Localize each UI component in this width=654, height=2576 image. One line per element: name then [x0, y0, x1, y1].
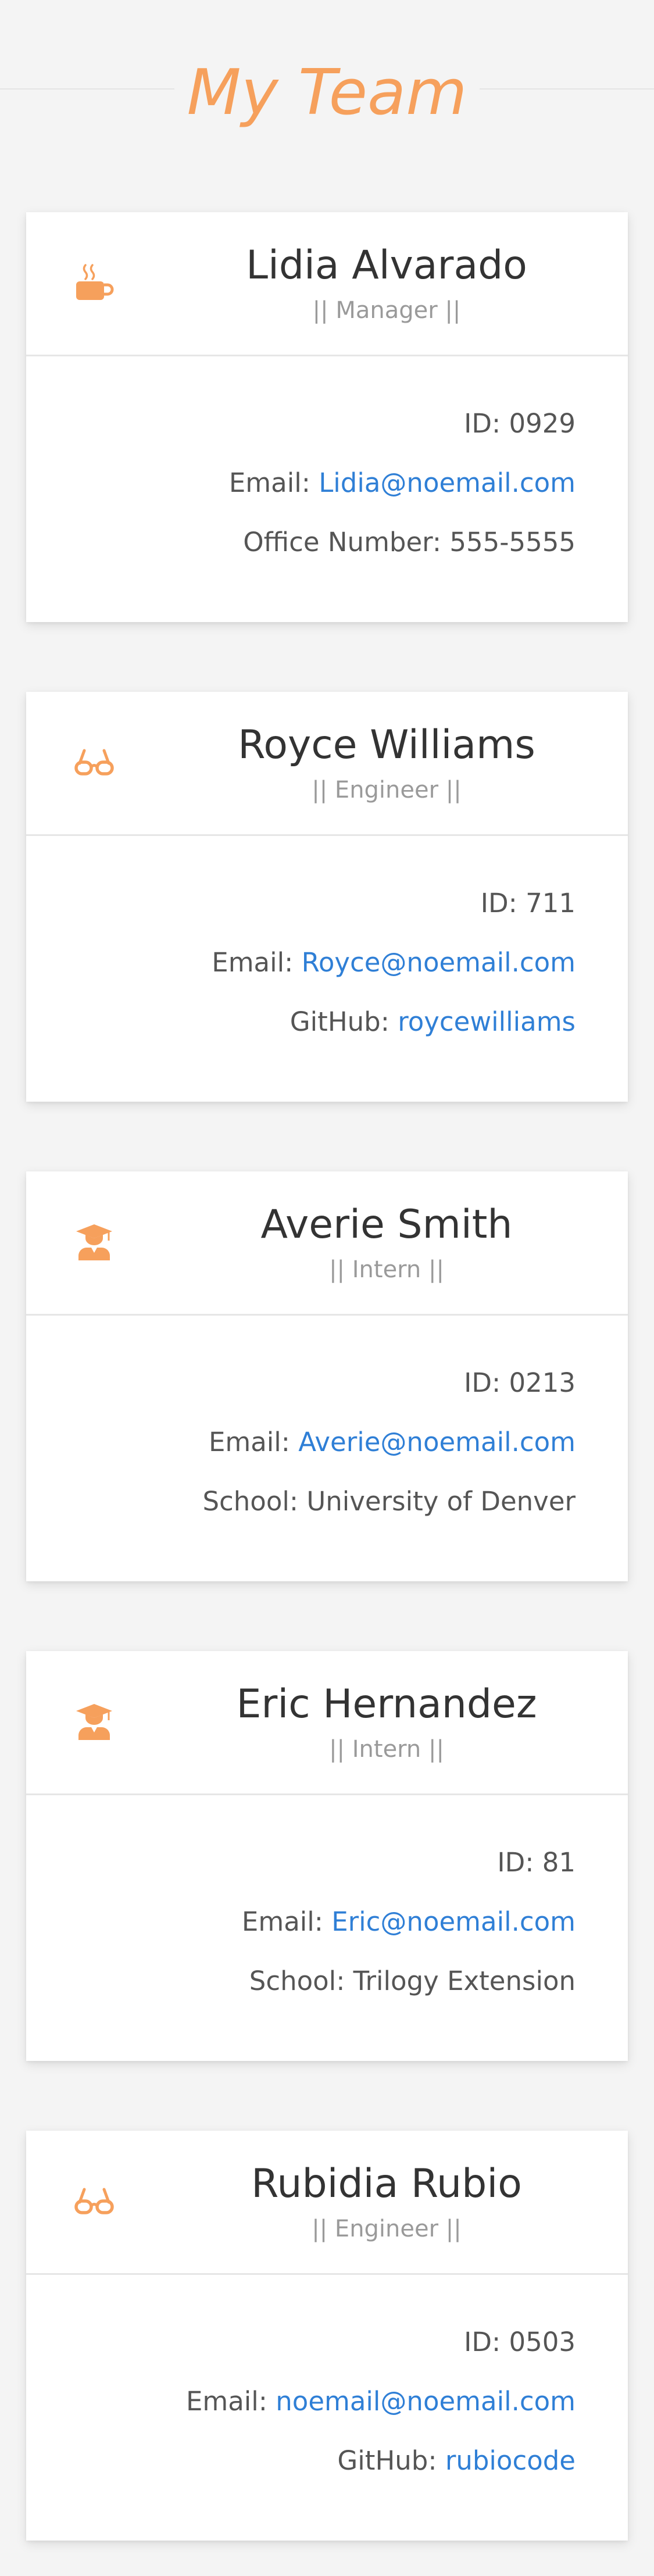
school-label: School: [249, 1966, 345, 1996]
school-value: University of Denver [306, 1486, 576, 1517]
page-header: My Team [0, 58, 654, 128]
email-link[interactable]: Lidia@noemail.com [319, 467, 576, 498]
github-label: GitHub: [290, 1006, 389, 1037]
employee-role: || Intern || [329, 1256, 444, 1283]
github-link[interactable]: rubiocode [445, 2445, 576, 2476]
coffee-mug-icon [74, 262, 115, 302]
email-label: Email: [185, 2386, 267, 2417]
github-link[interactable]: roycewilliams [398, 1006, 576, 1037]
employee-role: || Engineer || [312, 777, 462, 803]
employee-card-intern: Eric Hernandez || Intern || ID: 81 Email… [26, 1651, 628, 2061]
github-row: GitHub: rubiocode [337, 2445, 576, 2477]
employee-name: Royce Williams [238, 722, 535, 768]
card-header: Eric Hernandez || Intern || [26, 1651, 628, 1793]
id-value: 0503 [509, 2327, 576, 2357]
school-row: School: University of Denver [202, 1485, 576, 1518]
card-header: Lidia Alvarado || Manager || [26, 212, 628, 355]
id-value: 81 [542, 1847, 576, 1878]
employee-role: || Manager || [312, 297, 461, 324]
github-row: GitHub: roycewilliams [290, 1006, 576, 1038]
id-row: ID: 0929 [464, 408, 576, 440]
id-row: ID: 711 [481, 887, 576, 920]
employee-role: || Intern || [329, 1736, 444, 1763]
team-page: My Team Lidia Alvarado || Manager || ID:… [0, 0, 654, 2576]
id-label: ID: [464, 408, 501, 439]
school-value: Trilogy Extension [353, 1966, 576, 1996]
email-label: Email: [228, 467, 310, 498]
glasses-icon [74, 2180, 115, 2221]
card-body: ID: 81 Email: Eric@noemail.com School: T… [26, 1795, 628, 2061]
id-label: ID: [497, 1847, 534, 1878]
employee-card-manager: Lidia Alvarado || Manager || ID: 0929 Em… [26, 212, 628, 622]
office-label: Office Number: [243, 527, 442, 558]
id-label: ID: [464, 1367, 501, 1398]
employee-name: Lidia Alvarado [246, 242, 527, 288]
employee-name: Eric Hernandez [236, 1681, 537, 1727]
card-body: ID: 711 Email: Royce@noemail.com GitHub:… [26, 836, 628, 1102]
email-row: Email: Averie@noemail.com [209, 1426, 576, 1459]
card-body: ID: 0213 Email: Averie@noemail.com Schoo… [26, 1316, 628, 1581]
github-label: GitHub: [337, 2445, 437, 2476]
email-link[interactable]: noemail@noemail.com [276, 2386, 576, 2417]
employee-name: Rubidia Rubio [251, 2161, 522, 2207]
office-row: Office Number: 555-5555 [243, 526, 576, 559]
graduate-icon [74, 1700, 115, 1741]
id-value: 711 [526, 888, 576, 919]
id-value: 0929 [509, 408, 576, 439]
employee-name: Averie Smith [260, 1202, 513, 1248]
email-row: Email: Eric@noemail.com [242, 1906, 576, 1938]
card-header: Averie Smith || Intern || [26, 1171, 628, 1314]
email-label: Email: [208, 1427, 290, 1457]
card-header: Royce Williams || Engineer || [26, 692, 628, 834]
employee-card-intern: Averie Smith || Intern || ID: 0213 Email… [26, 1171, 628, 1581]
page-title: My Team [187, 56, 467, 129]
email-row: Email: noemail@noemail.com [186, 2385, 576, 2418]
school-label: School: [202, 1486, 299, 1517]
card-header: Rubidia Rubio || Engineer || [26, 2131, 628, 2273]
email-label: Email: [212, 947, 294, 978]
email-label: Email: [241, 1906, 323, 1937]
email-row: Email: Lidia@noemail.com [229, 467, 576, 499]
office-value: 555-5555 [449, 527, 576, 558]
employee-card-engineer: Royce Williams || Engineer || ID: 711 Em… [26, 692, 628, 1102]
email-link[interactable]: Averie@noemail.com [298, 1427, 576, 1457]
card-body: ID: 0929 Email: Lidia@noemail.com Office… [26, 356, 628, 622]
id-row: ID: 81 [497, 1846, 576, 1879]
id-value: 0213 [509, 1367, 576, 1398]
email-row: Email: Royce@noemail.com [212, 946, 576, 979]
school-row: School: Trilogy Extension [249, 1965, 576, 1998]
glasses-icon [74, 741, 115, 782]
email-link[interactable]: Royce@noemail.com [302, 947, 576, 978]
email-link[interactable]: Eric@noemail.com [331, 1906, 576, 1937]
card-body: ID: 0503 Email: noemail@noemail.com GitH… [26, 2275, 628, 2541]
employee-card-engineer: Rubidia Rubio || Engineer || ID: 0503 Em… [26, 2131, 628, 2541]
id-label: ID: [464, 2327, 501, 2357]
id-label: ID: [480, 888, 517, 919]
id-row: ID: 0503 [464, 2326, 576, 2359]
graduate-icon [74, 1221, 115, 1262]
id-row: ID: 0213 [464, 1367, 576, 1399]
employee-role: || Engineer || [312, 2216, 462, 2242]
